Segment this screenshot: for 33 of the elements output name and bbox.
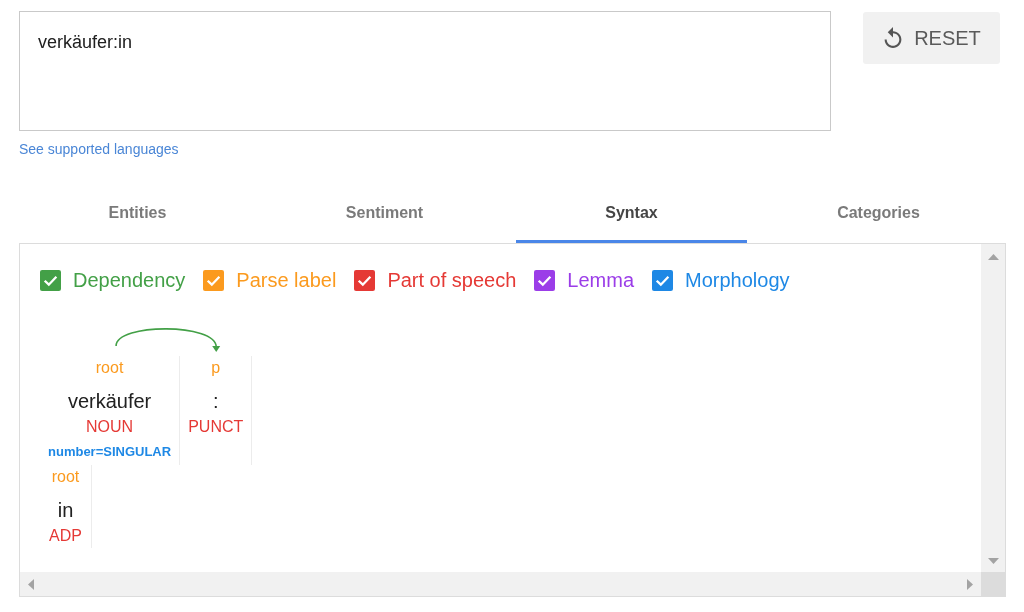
tab[interactable]: Sentiment: [269, 195, 500, 243]
checkbox[interactable]: [40, 269, 61, 291]
text-input-field[interactable]: verkäufer:in: [19, 11, 831, 131]
checkbox-label[interactable]: Morphology: [685, 269, 790, 291]
checkbox-label[interactable]: Part of speech: [387, 269, 517, 291]
horizontal-scrollbar[interactable]: [20, 572, 981, 596]
left-arrow-icon[interactable]: [28, 578, 34, 590]
checkbox-label[interactable]: Dependency: [73, 269, 186, 291]
vertical-scrollbar[interactable]: [981, 244, 1005, 572]
supported-languages-link[interactable]: See supported languages: [19, 139, 179, 160]
dependency-label: p: [211, 358, 221, 378]
token-word: :: [212, 389, 219, 414]
part-of-speech-tag: PUNCT: [188, 415, 244, 439]
checkbox[interactable]: [354, 269, 376, 291]
tab[interactable]: Syntax: [516, 195, 747, 243]
checkbox-label[interactable]: Parse label: [236, 269, 337, 291]
down-arrow-icon[interactable]: [987, 558, 999, 564]
checkbox[interactable]: [534, 269, 556, 291]
checkbox[interactable]: [203, 269, 225, 291]
right-arrow-icon[interactable]: [967, 578, 973, 590]
dependency-label: root: [95, 358, 124, 378]
token-word: in: [57, 498, 74, 523]
part-of-speech-tag: NOUN: [86, 415, 134, 439]
tab[interactable]: Categories: [763, 195, 994, 243]
tab[interactable]: Entities: [22, 195, 253, 243]
checkbox-label[interactable]: Lemma: [567, 269, 635, 291]
morphology-tag: number=SINGULAR: [48, 439, 172, 465]
up-arrow-icon[interactable]: [987, 254, 999, 260]
dependency-label: root: [51, 467, 80, 487]
reset-button[interactable]: RESET: [863, 12, 1000, 64]
token-word: verkäufer: [67, 389, 152, 414]
checkbox[interactable]: [652, 269, 674, 291]
part-of-speech-tag: ADP: [49, 524, 82, 548]
